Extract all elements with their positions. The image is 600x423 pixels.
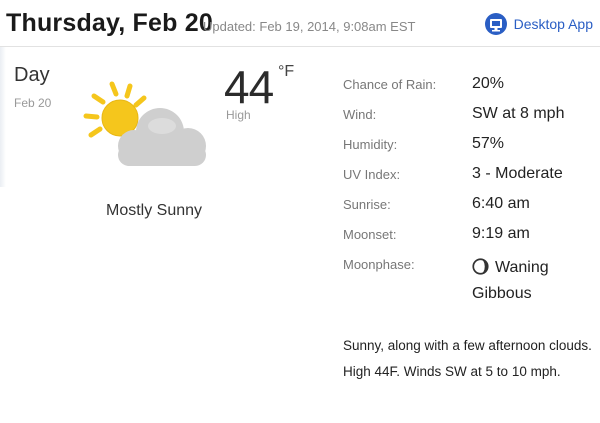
desktop-app-icon (484, 13, 507, 35)
partly-sunny-icon (83, 81, 206, 166)
left-edge-divider (0, 47, 6, 187)
moonphase-label: Moonphase: (343, 257, 415, 272)
moonphase-value-wrap: Waning Gibbous (472, 255, 592, 307)
desktop-app-label: Desktop App (513, 16, 593, 32)
detail-row-moonset: Moonset: 9:19 am (343, 220, 595, 250)
temperature-unit: °F (278, 63, 295, 80)
moonset-label: Moonset: (343, 227, 397, 242)
day-date: Feb 20 (14, 96, 52, 110)
weather-detail-page: Thursday, Feb 20 Updated: Feb 19, 2014, … (0, 0, 600, 423)
moonset-value: 9:19 am (472, 225, 530, 242)
uv-index-value: 3 - Moderate (472, 165, 563, 182)
day-label: Day (14, 64, 50, 86)
sunrise-value: 6:40 am (472, 195, 530, 212)
forecast-narrative: Sunny, along with a few afternoon clouds… (343, 338, 592, 379)
page-title: Thursday, Feb 20 (6, 9, 213, 37)
sunrise-label: Sunrise: (343, 197, 391, 212)
detail-row-rain: Chance of Rain: 20% (343, 70, 595, 100)
wind-value: SW at 8 mph (472, 105, 565, 122)
weather-condition: Mostly Sunny (106, 202, 203, 219)
updated-timestamp: Updated: Feb 19, 2014, 9:08am EST (203, 19, 416, 34)
detail-row-sunrise: Sunrise: 6:40 am (343, 190, 595, 220)
moon-phase-icon (472, 258, 489, 275)
humidity-label: Humidity: (343, 137, 398, 152)
uv-index-label: UV Index: (343, 167, 401, 182)
wind-label: Wind: (343, 107, 377, 122)
temperature-label: High (226, 108, 251, 122)
rain-label: Chance of Rain: (343, 77, 437, 92)
detail-row-moonphase: Moonphase: Waning Gibbous (343, 250, 595, 306)
detail-row-uv: UV Index: 3 - Moderate (343, 160, 595, 190)
detail-row-humidity: Humidity: 57% (343, 130, 595, 160)
rain-value: 20% (472, 75, 505, 92)
detail-row-wind: Wind: SW at 8 mph (343, 100, 595, 130)
header-bar: Thursday, Feb 20 Updated: Feb 19, 2014, … (0, 0, 600, 47)
humidity-value: 57% (472, 135, 505, 152)
weather-details: Chance of Rain: 20% Wind: SW at 8 mph Hu… (343, 70, 595, 306)
desktop-app-link[interactable]: Desktop App (484, 12, 593, 36)
high-temperature: 44 (224, 61, 274, 113)
